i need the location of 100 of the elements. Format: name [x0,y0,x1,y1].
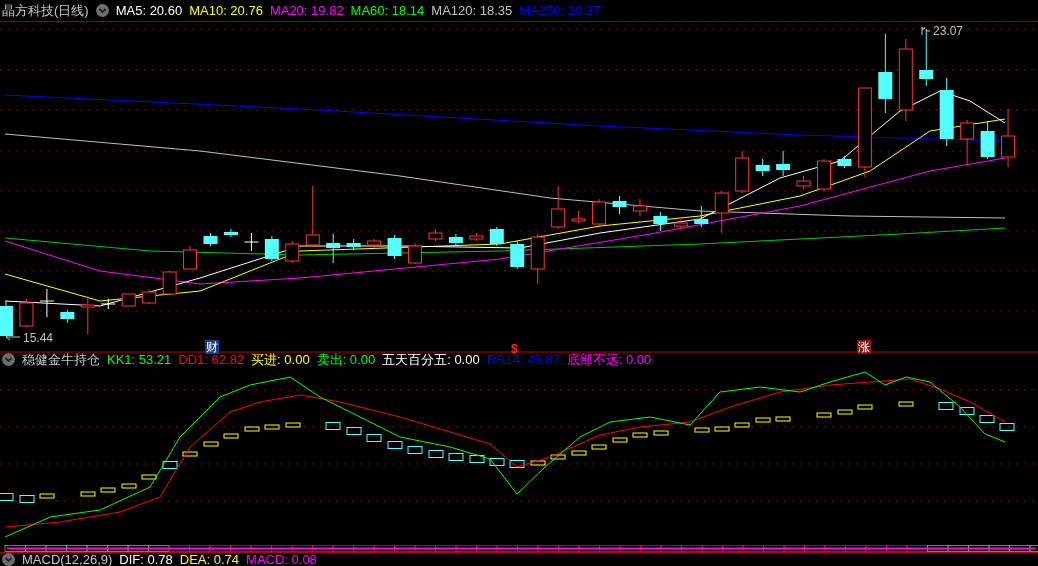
indicator-bar [448,453,464,462]
candlestick [571,210,586,224]
candlestick [612,195,627,215]
candlestick [39,288,55,318]
candlestick [796,175,811,190]
indicator-bar [346,427,362,436]
indicator-bar [612,437,628,443]
candlestick [960,119,975,166]
indicator-value: 底部不远: 0.00 [566,353,652,367]
candlestick [408,242,422,265]
candlestick [469,232,484,242]
candlestick [80,295,95,335]
candlestick [510,240,525,270]
indicator-value: 买进: 0.00 [251,353,310,367]
candlestick [346,238,361,251]
indicator-bar [714,426,730,432]
indicator-bar [39,493,55,499]
indicator-bar [489,458,505,467]
candlestick [60,309,75,324]
candlestick [305,185,320,248]
finance-marker[interactable]: 财 [205,339,219,354]
candlestick [183,245,198,270]
indicator-bar [121,483,137,489]
indicator-bar [837,409,853,415]
dollar-marker[interactable]: $ [510,339,519,356]
indicator-value: MA250: 20.37 [519,3,601,17]
indicator-bar [632,432,648,438]
chart-title: 晶方科技(日线) [2,3,89,17]
candlestick [673,219,688,230]
candlestick [755,158,770,177]
dropdown-icon[interactable] [95,3,109,17]
indicator-bar [80,491,96,497]
indicator-bar [898,401,914,407]
candlestick [162,270,177,295]
dropdown-icon[interactable] [2,553,15,566]
indicator-bar [755,417,771,423]
candlestick [653,211,668,232]
indicator-bar [591,444,607,450]
indicator-bar [407,446,423,455]
high-price-label: 23.07 [933,23,964,38]
candlestick [939,77,954,147]
rise-marker[interactable]: 涨 [857,339,871,354]
candlestick [1001,108,1016,168]
chart-title: MACD(12,26,9) [22,553,113,566]
candlestick [919,28,934,87]
low-price-label: 15.44 [23,330,54,345]
indicator-bar [775,416,791,422]
indicator-bar [550,454,566,460]
indicator-bar [959,407,975,416]
indicator-bar [816,412,832,418]
candlestick [285,240,300,264]
candlestick [264,235,279,262]
indicator-value: KK1: 53.21 [107,353,172,367]
candlestick [100,298,116,310]
candlestick [489,226,504,247]
candlestick [980,120,995,160]
indicator-bar [428,450,444,459]
candlestick [592,198,607,227]
indicator-bar [244,426,260,432]
indicator-bar [141,474,157,480]
indicator-bar [285,422,301,428]
indicator-value: MA20: 19.82 [269,3,344,17]
indicator-bar [182,451,198,457]
candlestick [530,233,545,285]
indicator-bar [162,461,178,470]
candlestick [694,205,709,228]
candlestick [551,185,566,230]
indicator-bar [979,415,995,424]
candlestick [632,198,647,217]
indicator-bar [571,450,587,456]
flag-icon [921,26,931,35]
candlestick [428,228,443,242]
indicator-bar [264,424,280,430]
indicator-bar [366,434,382,443]
indicator-bar [223,433,239,439]
indicator-bar [0,493,14,502]
indicator-bar [857,404,873,410]
candlestick [142,288,157,305]
candlestick [448,233,463,246]
indicator-bar [694,427,710,433]
indicator-value: MA10: 20.76 [189,3,263,17]
indicator-value: MACD: 0.08 [246,553,317,566]
indicator-bar [19,495,35,504]
indicator-bar [653,430,669,436]
candlestick [326,233,341,264]
indicator-bar [509,460,525,469]
indicator-value: DD1: 62.82 [178,353,245,367]
candlestick [714,190,729,234]
indicator-bar [999,423,1015,432]
candlestick [735,150,750,194]
candlestick [817,158,831,192]
candlestick [387,234,402,260]
dropdown-icon[interactable] [2,353,15,367]
candlestick [776,150,791,177]
candlestick [243,232,259,252]
indicator-bar [100,487,116,493]
indicator-value: 卖出: 0.00 [316,353,376,367]
indicator-bar [469,455,485,464]
candlestick [223,228,238,238]
indicator-value: RR14: 45.87 [486,353,560,367]
